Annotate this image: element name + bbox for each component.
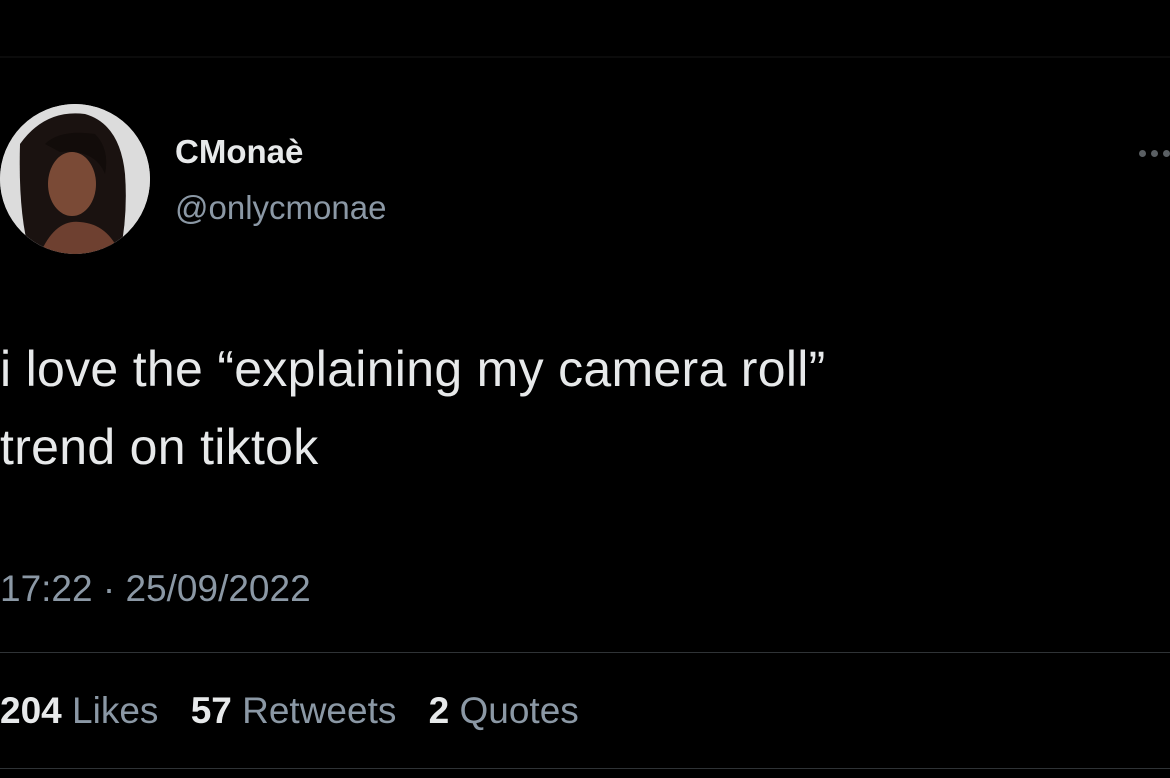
more-dot (1163, 149, 1170, 157)
engagement-stats: 204 Likes 57 Retweets 2 Quotes (0, 690, 601, 732)
tweet-timestamp: 17:22 · 25/09/2022 (0, 568, 311, 610)
top-divider (0, 56, 1170, 58)
more-options-icon[interactable] (1120, 138, 1170, 168)
stats-bottom-divider (0, 768, 1170, 769)
more-dot (1139, 149, 1146, 157)
avatar[interactable] (0, 104, 150, 254)
timestamp-separator: · (102, 568, 116, 609)
likes-stat[interactable]: 204 Likes (0, 690, 158, 731)
quotes-count: 2 (428, 690, 450, 731)
likes-count: 204 (0, 690, 62, 731)
stats-top-divider (0, 652, 1170, 653)
tweet-time[interactable]: 17:22 (0, 568, 93, 609)
avatar-image (0, 104, 150, 254)
tweet-date[interactable]: 25/09/2022 (125, 568, 310, 609)
retweets-count: 57 (190, 690, 232, 731)
likes-label: Likes (72, 690, 159, 731)
more-dot (1151, 149, 1158, 157)
tweet-text-line: trend on tiktok (0, 419, 319, 475)
tweet-text-line: i love the “explaining my camera roll” (0, 341, 826, 397)
tweet-text: i love the “explaining my camera roll” t… (0, 330, 1100, 486)
quotes-label: Quotes (459, 690, 579, 731)
retweets-stat[interactable]: 57 Retweets (191, 690, 397, 731)
author-display-name[interactable]: CMonaè (175, 133, 303, 171)
retweets-label: Retweets (242, 690, 397, 731)
author-handle[interactable]: @onlycmonae (175, 189, 386, 227)
quotes-stat[interactable]: 2 Quotes (429, 690, 579, 731)
